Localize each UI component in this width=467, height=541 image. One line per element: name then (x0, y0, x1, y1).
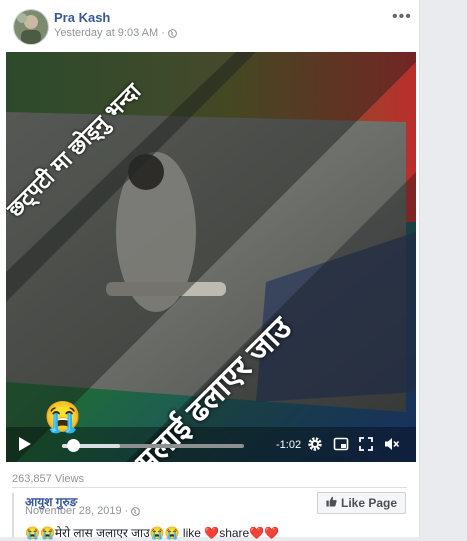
shared-separator: · (124, 505, 129, 517)
mute-icon[interactable] (384, 436, 400, 452)
progress-bar[interactable] (62, 444, 244, 448)
thumbs-up-icon (326, 496, 337, 510)
post-timestamp[interactable]: Yesterday at 9:03 AM (54, 27, 158, 39)
video-player[interactable]: छट्पटी मा छोड्नु भन्दा मलाई ढलाएर जाउ 😭 … (6, 52, 416, 462)
divider (12, 487, 407, 488)
time-remaining: -1:02 (276, 439, 302, 451)
globe-icon[interactable] (167, 28, 177, 38)
post-card: Pra Kash Yesterday at 9:03 AM · ••• छट्प… (0, 0, 420, 540)
shared-date[interactable]: November 28, 2019 (25, 505, 122, 517)
shared-meta: November 28, 2019 · (25, 505, 141, 517)
like-page-label: Like Page (341, 496, 398, 510)
shared-caption: 😭😭मेरो लास जलाएर जाउ😭😭 like ❤️share❤️❤️ (25, 526, 280, 540)
meta-separator: · (161, 27, 165, 39)
like-page-button[interactable]: Like Page (317, 492, 407, 514)
picture-in-picture-icon[interactable] (333, 436, 349, 452)
video-controls: -1:02 (6, 427, 416, 462)
post-author[interactable]: Pra Kash (54, 10, 110, 25)
post-meta: Yesterday at 9:03 AM · (54, 27, 177, 39)
avatar[interactable] (13, 9, 49, 45)
scrubber-handle[interactable] (67, 439, 80, 452)
more-options-button[interactable]: ••• (392, 8, 412, 26)
settings-icon[interactable] (307, 436, 323, 452)
view-count: 263,857 Views (12, 473, 84, 485)
globe-icon[interactable] (131, 506, 141, 516)
shared-post-bar (12, 493, 14, 537)
play-icon[interactable] (19, 437, 31, 451)
fullscreen-icon[interactable] (358, 436, 374, 452)
